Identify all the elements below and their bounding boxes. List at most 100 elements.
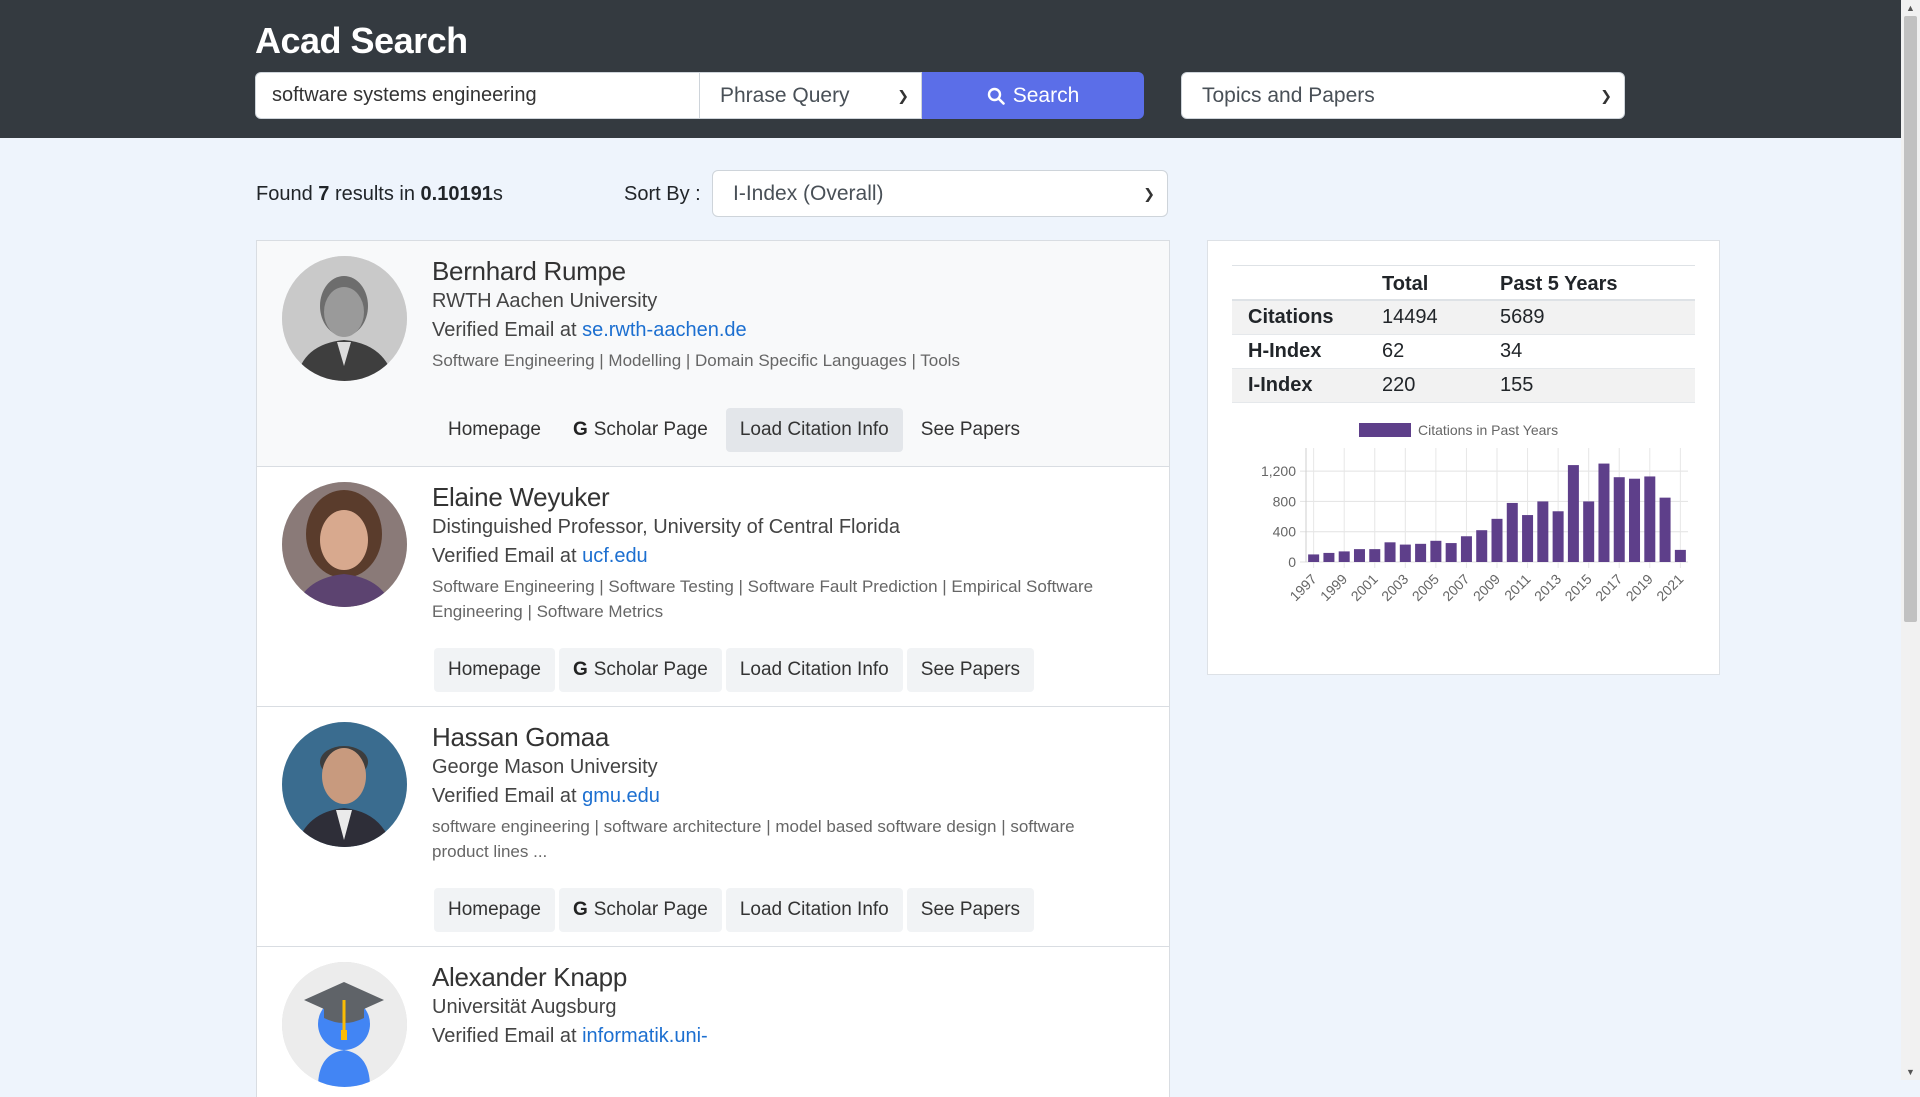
legend-label: Citations in Past Years — [1418, 422, 1558, 438]
scroll-up-arrow-icon[interactable]: ▲ — [1901, 0, 1920, 16]
stats-header-total: Total — [1382, 265, 1500, 301]
chart-bar — [1491, 518, 1503, 562]
chart-bar — [1415, 543, 1427, 562]
homepage-button[interactable]: Homepage — [434, 648, 555, 692]
y-tick-label: 0 — [1288, 554, 1296, 570]
stats-row-total: 14494 — [1382, 300, 1500, 335]
email-prefix: Verified Email at — [432, 319, 583, 341]
graduate-placeholder-icon — [282, 962, 407, 1087]
legend-swatch — [1359, 423, 1411, 437]
scholar-page-button[interactable]: G Scholar Page — [559, 408, 722, 452]
x-tick-label: 1999 — [1317, 571, 1350, 604]
search-scope-value: Topics and Papers — [1202, 83, 1375, 107]
author-name[interactable]: Elaine Weyuker — [432, 481, 1129, 513]
page-scrollbar[interactable]: ▲ ▼ — [1901, 0, 1920, 1080]
x-tick-label: 2003 — [1378, 571, 1411, 604]
email-domain-link[interactable]: informatik.uni- — [582, 1025, 708, 1047]
load-citation-label: Load Citation Info — [739, 419, 889, 440]
author-interests: Software Engineering | Software Testing … — [432, 574, 1129, 624]
stats-row-label: H-Index — [1232, 334, 1382, 369]
stats-row-total: 62 — [1382, 334, 1500, 369]
email-domain-link[interactable]: se.rwth-aachen.de — [582, 319, 747, 341]
stats-header-past5: Past 5 Years — [1500, 265, 1695, 301]
query-type-select[interactable]: Phrase Query ❯ — [700, 72, 922, 119]
chart-bar — [1430, 540, 1442, 562]
scrollbar-thumb[interactable] — [1904, 16, 1917, 622]
author-avatar — [282, 962, 407, 1087]
email-domain-link[interactable]: gmu.edu — [582, 785, 660, 807]
x-tick-label: 2001 — [1348, 571, 1381, 604]
x-tick-label: 1997 — [1286, 571, 1319, 604]
search-button[interactable]: Search — [922, 72, 1144, 119]
author-name[interactable]: Bernhard Rumpe — [432, 255, 1129, 287]
chart-bar — [1598, 463, 1610, 562]
results-summary: Found 7 results in 0.10191s — [256, 183, 503, 206]
author-info: Hassan Gomaa George Mason University Ver… — [432, 721, 1129, 864]
author-interests-line: product lines ... — [432, 842, 548, 861]
chart-bar — [1353, 549, 1365, 562]
author-card[interactable]: Hassan Gomaa George Mason University Ver… — [257, 707, 1169, 947]
search-input[interactable] — [255, 72, 700, 119]
results-prefix: Found — [256, 183, 319, 205]
stats-row-past5: 5689 — [1500, 300, 1695, 335]
chevron-down-icon: ❯ — [1600, 87, 1612, 103]
chart-bar — [1613, 477, 1625, 562]
load-citation-info-button[interactable]: Load Citation Info — [725, 408, 903, 452]
query-type-value: Phrase Query — [720, 83, 850, 107]
author-affiliation: RWTH Aachen University — [432, 290, 658, 312]
author-name[interactable]: Alexander Knapp — [432, 961, 1129, 993]
scholar-page-button[interactable]: G Scholar Page — [558, 648, 722, 692]
chevron-down-icon: ❯ — [1143, 185, 1155, 201]
chart-bar — [1369, 549, 1381, 562]
author-avatar — [282, 722, 407, 847]
author-avatar — [282, 256, 407, 381]
author-interests-line: Software Engineering | Software Testing … — [432, 577, 1094, 596]
scholar-page-button[interactable]: G Scholar Page — [558, 888, 722, 932]
stats-row-past5: 34 — [1500, 334, 1695, 369]
see-papers-button[interactable]: See Papers — [906, 648, 1035, 692]
load-citation-label: Load Citation Info — [739, 899, 889, 920]
x-tick-label: 2009 — [1470, 571, 1503, 604]
stats-header-row: Total Past 5 Years — [1232, 265, 1695, 301]
app-title[interactable]: Acad Search — [255, 20, 468, 62]
email-domain-link[interactable]: ucf.edu — [582, 545, 648, 567]
search-scope-select[interactable]: Topics and Papers ❯ — [1181, 72, 1625, 119]
stats-row: H-Index 62 34 — [1232, 334, 1695, 369]
scroll-down-arrow-icon[interactable]: ▼ — [1901, 1064, 1920, 1080]
author-card[interactable]: Alexander Knapp Universität Augsburg Ver… — [257, 947, 1169, 1097]
see-papers-button[interactable]: See Papers — [906, 888, 1035, 932]
author-actions: Homepage G Scholar Page Load Citation Inf… — [434, 408, 1034, 452]
chart-bar — [1644, 476, 1656, 562]
x-tick-label: 2005 — [1409, 571, 1442, 604]
citation-stats-table: Total Past 5 Years Citations 14494 5689 … — [1232, 265, 1695, 403]
see-papers-button[interactable]: See Papers — [907, 408, 1034, 452]
homepage-label: Homepage — [448, 899, 541, 920]
author-name[interactable]: Hassan Gomaa — [432, 721, 1129, 753]
stats-row: Citations 14494 5689 — [1232, 300, 1695, 335]
author-affiliation: Universität Augsburg — [432, 996, 617, 1018]
results-count: 7 — [318, 183, 330, 205]
search-bar: Phrase Query ❯ Search — [255, 72, 1144, 119]
homepage-button[interactable]: Homepage — [434, 408, 555, 452]
author-avatar — [282, 482, 407, 607]
email-prefix: Verified Email at — [432, 785, 583, 807]
see-papers-label: See Papers — [920, 899, 1021, 920]
load-citation-info-button[interactable]: Load Citation Info — [725, 648, 903, 692]
author-card[interactable]: Elaine Weyuker Distinguished Professor, … — [257, 467, 1169, 707]
author-email: Verified Email at informatik.uni- — [432, 1022, 1129, 1051]
scholar-page-label: Scholar Page — [593, 899, 708, 920]
y-tick-label: 1,200 — [1261, 463, 1296, 479]
author-info: Elaine Weyuker Distinguished Professor, … — [432, 481, 1129, 624]
sort-select[interactable]: I-Index (Overall) ❯ — [712, 170, 1168, 217]
chart-bar — [1537, 501, 1549, 562]
load-citation-info-button[interactable]: Load Citation Info — [725, 888, 903, 932]
author-info: Bernhard Rumpe RWTH Aachen University Ve… — [432, 255, 1129, 373]
author-interests-line: software engineering | software architec… — [432, 817, 1075, 836]
author-card[interactable]: Bernhard Rumpe RWTH Aachen University Ve… — [257, 241, 1169, 467]
stats-row-label: I-Index — [1232, 368, 1382, 403]
homepage-button[interactable]: Homepage — [434, 888, 555, 932]
x-tick-label: 2021 — [1653, 571, 1686, 604]
chart-bar — [1567, 465, 1579, 562]
chart-bar — [1323, 552, 1335, 562]
sort-select-value: I-Index (Overall) — [733, 181, 884, 205]
